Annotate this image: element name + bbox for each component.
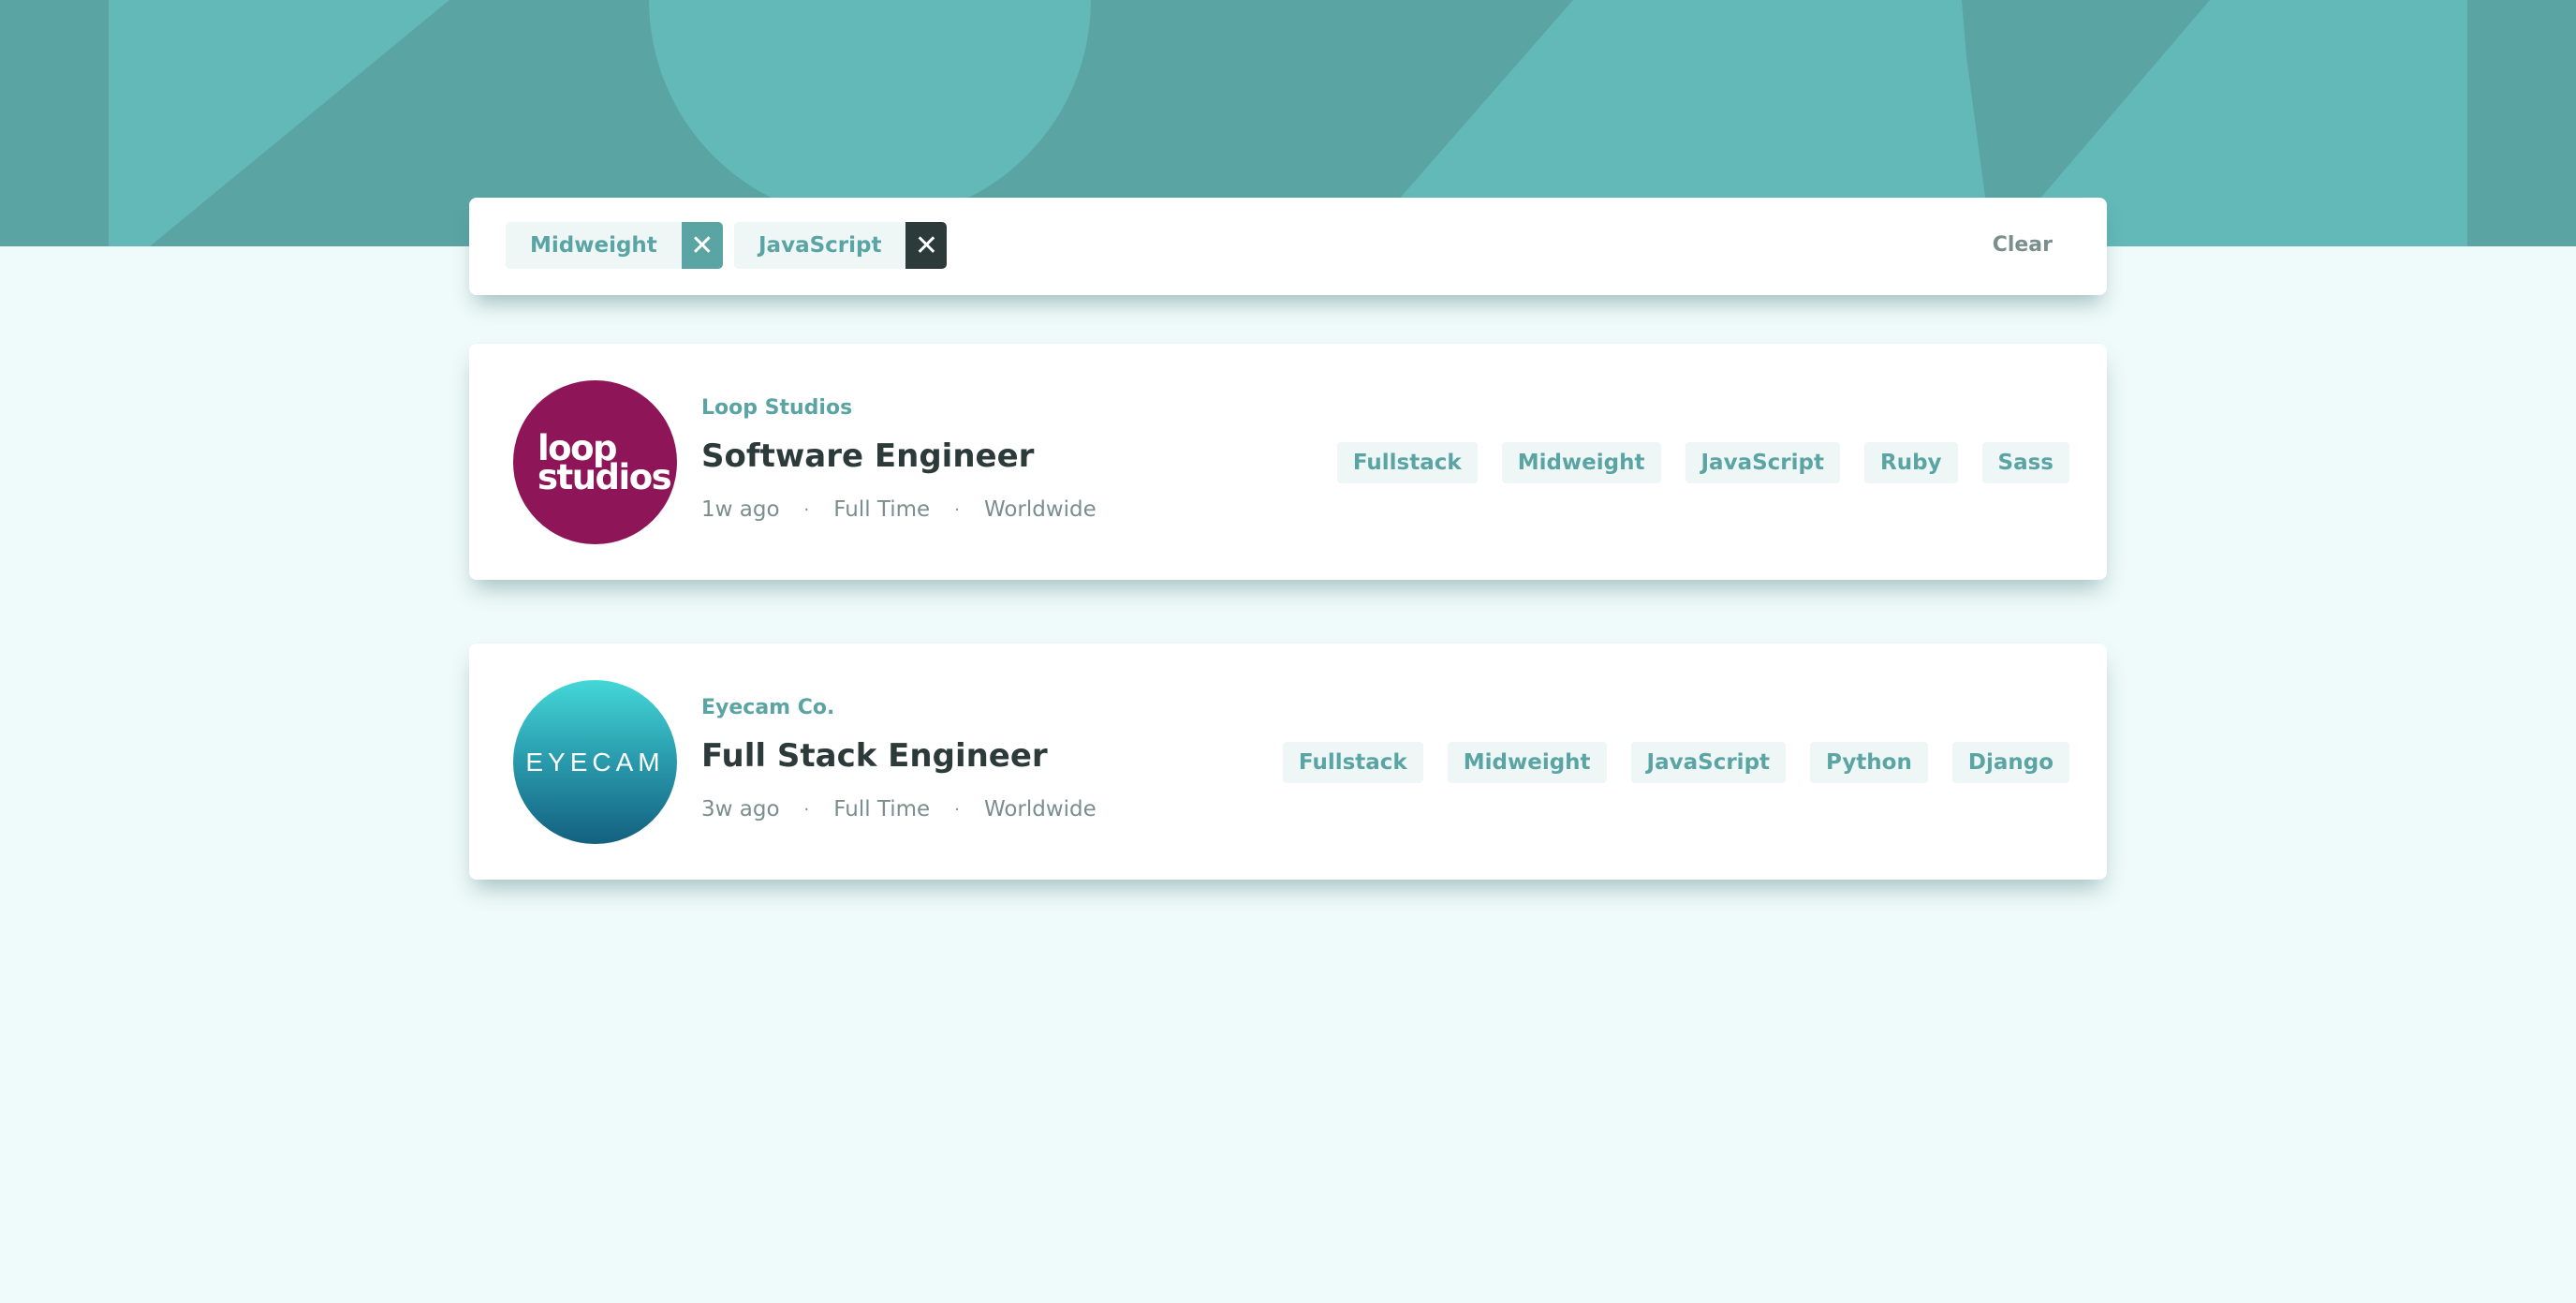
tag-ruby[interactable]: Ruby	[1863, 442, 1958, 483]
job-meta: 3w ago · Full Time · Worldwide	[701, 797, 1097, 822]
tag-midweight[interactable]: Midweight	[1447, 742, 1607, 783]
job-title[interactable]: Software Engineer	[701, 437, 1034, 475]
separator: ·	[954, 799, 960, 820]
tag-javascript[interactable]: JavaScript	[1685, 442, 1840, 483]
separator: ·	[803, 499, 810, 520]
job-tags: Fullstack Midweight JavaScript Ruby Sass	[1336, 442, 2069, 483]
location: Worldwide	[983, 797, 1097, 822]
tag-python[interactable]: Python	[1810, 742, 1928, 783]
job-card-loop-studios: loop studios Loop Studios Software Engin…	[469, 344, 2107, 580]
tag-fullstack[interactable]: Fullstack	[1336, 442, 1478, 483]
tag-midweight[interactable]: Midweight	[1501, 442, 1661, 483]
filter-chip-label: JavaScript	[734, 222, 906, 269]
close-icon[interactable]: ✕	[681, 222, 723, 269]
tag-django[interactable]: Django	[1951, 742, 2069, 783]
job-title[interactable]: Full Stack Engineer	[701, 737, 1048, 775]
posted-at: 1w ago	[701, 497, 780, 522]
filter-bar: Midweight ✕ JavaScript ✕ Clear	[469, 198, 2107, 295]
posted-at: 3w ago	[701, 797, 780, 822]
company-logo: loop studios	[513, 380, 677, 544]
location: Worldwide	[983, 497, 1097, 522]
tag-fullstack[interactable]: Fullstack	[1282, 742, 1423, 783]
filter-chip-label: Midweight	[506, 222, 682, 269]
job-meta: 1w ago · Full Time · Worldwide	[701, 497, 1097, 522]
logo-text: EYECAM	[525, 747, 665, 777]
separator: ·	[803, 799, 810, 820]
company-logo: EYECAM	[513, 680, 677, 844]
filter-chip-midweight: Midweight ✕	[506, 222, 723, 269]
tag-sass[interactable]: Sass	[1981, 442, 2069, 483]
company-name: Loop Studios	[701, 396, 853, 420]
clear-filters-button[interactable]: Clear	[1993, 233, 2053, 257]
logo-text-line2: studios	[537, 456, 672, 497]
job-tags: Fullstack Midweight JavaScript Python Dj…	[1282, 742, 2069, 783]
job-card-eyecam: EYECAM Eyecam Co. Full Stack Engineer 3w…	[469, 644, 2107, 880]
tag-javascript[interactable]: JavaScript	[1630, 742, 1787, 783]
separator: ·	[954, 499, 960, 520]
contract-type: Full Time	[833, 797, 931, 822]
close-icon[interactable]: ✕	[905, 222, 948, 269]
company-name: Eyecam Co.	[701, 696, 835, 719]
filter-chip-javascript: JavaScript ✕	[734, 222, 948, 269]
contract-type: Full Time	[833, 497, 931, 522]
